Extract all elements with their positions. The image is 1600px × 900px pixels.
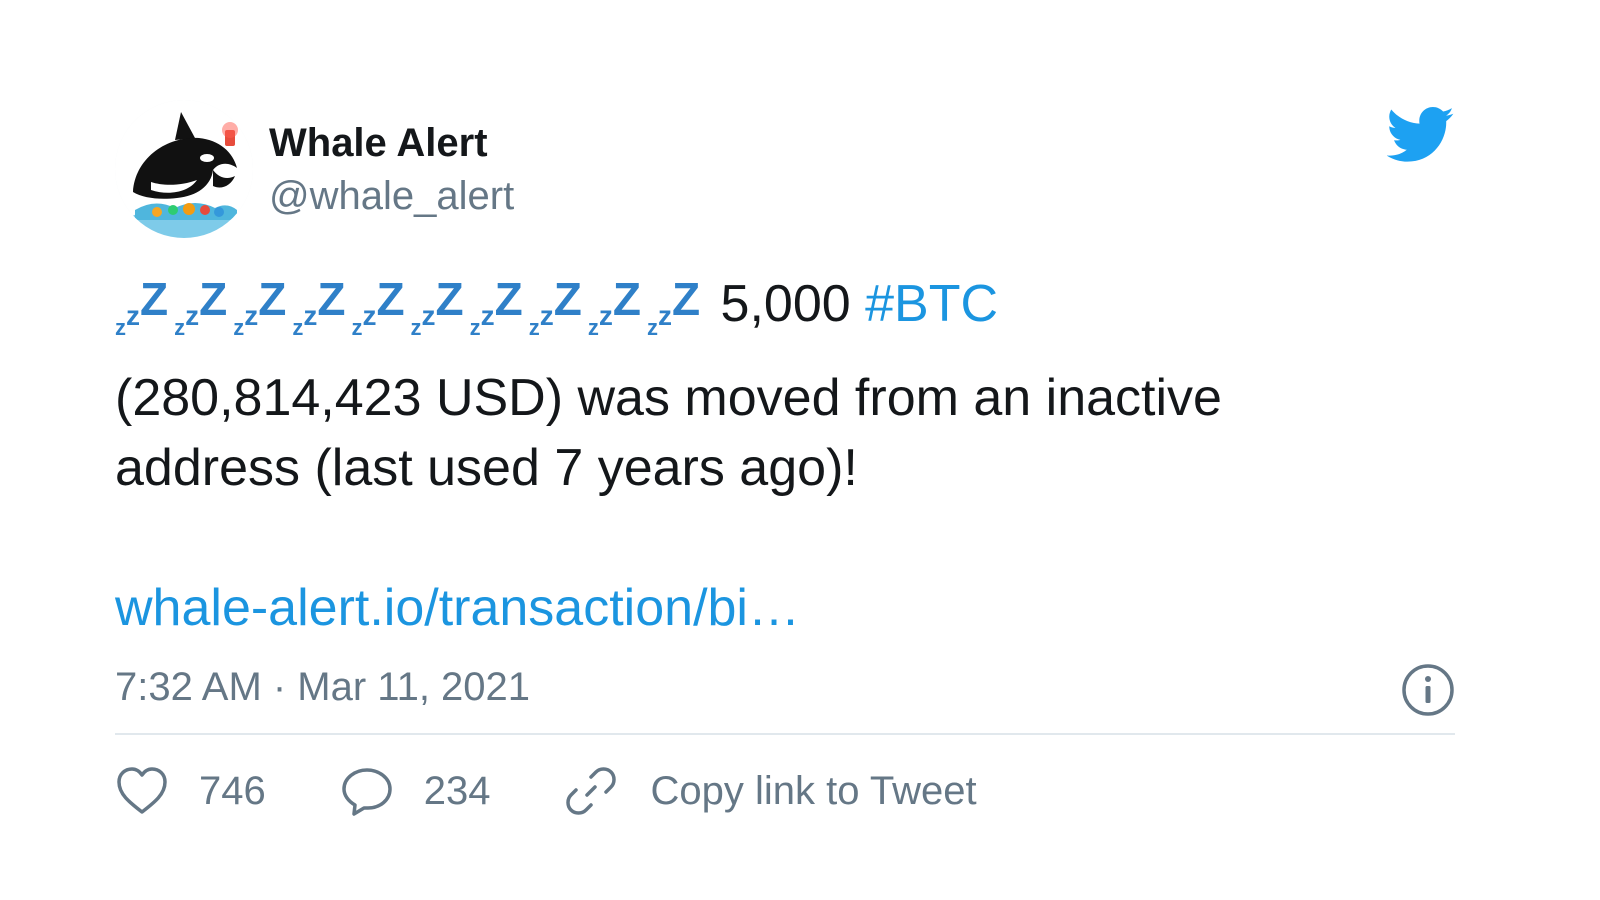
copy-link-label: Copy link to Tweet: [650, 768, 977, 813]
divider: [115, 733, 1455, 735]
info-icon[interactable]: [1401, 663, 1455, 717]
tweet-actions: 746 234 Copy link to Tweet: [115, 765, 1455, 817]
tweet-amount: 5,000: [720, 275, 851, 333]
tweet-line-2: (280,814,423 USD) was moved from an inac…: [115, 369, 1222, 427]
twitter-bird-icon[interactable]: [1387, 106, 1455, 164]
zzz-emoji: zzZ: [587, 273, 641, 340]
like-count: 746: [199, 768, 266, 813]
zzz-emoji: zzZ: [351, 273, 405, 340]
reply-count: 234: [423, 768, 491, 813]
reply-action[interactable]: 234: [340, 766, 491, 816]
hashtag-link[interactable]: #BTC: [865, 275, 998, 333]
zzz-emoji: zzZ: [469, 273, 523, 340]
zzz-emoji: zzZ: [528, 273, 582, 340]
tweet-card: Whale Alert @whale_alert zzZzzZzzZzzZzzZ…: [115, 100, 1455, 817]
zzz-emoji: zzZ: [410, 273, 464, 340]
tweet-text: zzZzzZzzZzzZzzZzzZzzZzzZzzZzzZ 5,000 #BT…: [115, 264, 1455, 503]
tweet-header: Whale Alert @whale_alert: [115, 100, 1455, 242]
like-action[interactable]: 746: [115, 766, 266, 816]
link-icon: [565, 767, 616, 815]
whale-avatar-image: [115, 100, 253, 238]
copy-link-action[interactable]: Copy link to Tweet: [565, 765, 977, 817]
author-display-name[interactable]: Whale Alert: [269, 118, 514, 168]
zzz-emoji: zzZ: [646, 273, 701, 340]
zzz-emoji: zzZ: [292, 273, 346, 340]
heart-icon: [117, 767, 167, 814]
zzz-emoji-row: zzZzzZzzZzzZzzZzzZzzZzzZzzZzzZ: [115, 273, 721, 340]
author-names: Whale Alert @whale_alert: [269, 118, 514, 224]
zzz-emoji: zzZ: [115, 273, 169, 340]
zzz-emoji: zzZ: [233, 273, 287, 340]
author-handle[interactable]: @whale_alert: [269, 168, 514, 224]
reply-bubble-icon: [342, 768, 392, 816]
avatar[interactable]: [115, 100, 253, 238]
tweet-line-3: address (last used 7 years ago)!: [115, 439, 858, 497]
tweet-timestamp[interactable]: 7:32 AM · Mar 11, 2021: [115, 665, 530, 709]
transaction-link[interactable]: whale-alert.io/transaction/bi…: [115, 573, 1455, 643]
zzz-emoji: zzZ: [174, 273, 228, 340]
timestamp-row: 7:32 AM · Mar 11, 2021: [115, 659, 1455, 719]
